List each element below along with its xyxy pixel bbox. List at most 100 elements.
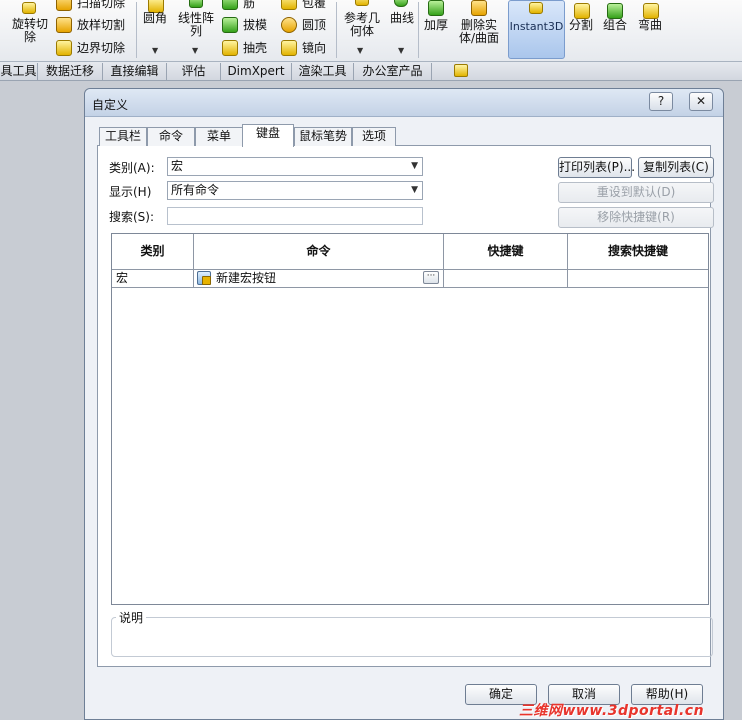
thicken-icon[interactable] — [428, 0, 444, 16]
print-list-button[interactable]: 打印列表(P)... — [558, 157, 635, 178]
column-header-search-shortcut[interactable]: 搜索快捷键 — [568, 234, 708, 270]
command-manager-tabs: 具工具 数据迁移 直接编辑 评估 DimXpert 渲染工具 办公室产品 — [0, 62, 742, 81]
split-button[interactable]: 分割 — [569, 19, 593, 32]
tab-toolbars[interactable]: 工具栏 — [99, 127, 147, 146]
reference-geometry-line2: 何体 — [349, 24, 374, 38]
ribbon-separator — [136, 2, 137, 58]
tab-menus[interactable]: 菜单 — [195, 127, 243, 146]
curves-dropdown-icon[interactable]: ▼ — [398, 46, 404, 55]
dome-icon[interactable] — [281, 17, 297, 33]
thicken-button[interactable]: 加厚 — [424, 19, 448, 32]
tab-render-tools[interactable]: 渲染工具 — [292, 63, 354, 80]
row-category-cell: 宏 — [112, 270, 194, 287]
row-command-text: 新建宏按钮 — [216, 271, 277, 285]
column-header-shortcut[interactable]: 快捷键 — [444, 234, 568, 270]
tab-tools[interactable]: 具工具 — [0, 63, 38, 80]
description-label: 说明 — [116, 609, 147, 626]
mirror-icon[interactable] — [281, 40, 297, 56]
split-icon[interactable] — [574, 3, 590, 19]
tab-dimxpert[interactable]: DimXpert — [221, 63, 292, 80]
mirror-button[interactable]: 镜向 — [302, 42, 326, 55]
dome-button[interactable]: 圆顶 — [302, 19, 326, 32]
reset-to-defaults-button[interactable]: 重设到默认(D) — [558, 182, 714, 203]
revolve-cut-label[interactable]: 旋转切 除 — [10, 18, 50, 44]
fillet-dropdown-icon[interactable]: ▼ — [152, 46, 158, 55]
linear-pattern-line2: 列 — [189, 24, 202, 38]
column-header-category[interactable]: 类别 — [112, 234, 194, 270]
tab-mouse-gestures[interactable]: 鼠标笔势 — [294, 127, 352, 146]
combine-button[interactable]: 组合 — [603, 19, 627, 32]
tab-direct-editing[interactable]: 直接编辑 — [103, 63, 167, 80]
feature-ribbon: 旋转切 除 扫描切除 放样切割 边界切除 圆角 ▼ 线性阵 列 ▼ 筋 拔模 抽… — [0, 0, 742, 62]
show-label: 显示(H) — [109, 185, 152, 199]
curves-icon[interactable] — [394, 0, 408, 7]
table-row[interactable]: 宏 新建宏按钮 ··· — [112, 270, 708, 288]
linear-pattern-dropdown-icon[interactable]: ▼ — [192, 46, 198, 55]
new-tab-icon[interactable] — [454, 64, 468, 77]
tab-keyboard[interactable]: 键盘 — [242, 124, 294, 147]
loft-cut-icon[interactable] — [56, 17, 72, 33]
revolve-cut-line2: 除 — [23, 30, 36, 44]
boundary-cut-button[interactable]: 边界切除 — [77, 42, 125, 55]
sweep-cut-button[interactable]: 扫描切除 — [77, 0, 125, 10]
boundary-cut-icon[interactable] — [56, 40, 72, 56]
show-value: 所有命令 — [171, 183, 220, 197]
customize-dialog: 自定义 ? ✕ 工具栏 命令 菜单 键盘 鼠标笔势 选项 类别(A): 宏 ▼ … — [84, 88, 724, 720]
row-shortcut-cell[interactable] — [444, 270, 568, 287]
delete-body-line2: 体/曲面 — [458, 31, 500, 45]
column-header-command[interactable]: 命令 — [194, 234, 444, 270]
delete-body-icon[interactable] — [471, 0, 487, 16]
linear-pattern-icon[interactable] — [189, 0, 203, 8]
shortcut-table: 类别 命令 快捷键 搜索快捷键 宏 新建宏按钮 ··· — [111, 233, 709, 605]
ribbon-separator — [418, 2, 419, 58]
row-command-cell[interactable]: 新建宏按钮 ··· — [194, 270, 444, 287]
category-value: 宏 — [171, 159, 184, 173]
fillet-button[interactable]: 圆角 — [143, 12, 167, 25]
tab-evaluate[interactable]: 评估 — [167, 63, 221, 80]
shell-icon[interactable] — [222, 40, 238, 56]
dialog-title: 自定义 — [92, 98, 129, 112]
rib-button[interactable]: 筋 — [243, 0, 255, 10]
flex-button[interactable]: 弯曲 — [638, 19, 662, 32]
close-icon[interactable]: ✕ — [689, 92, 713, 111]
reference-geometry-dropdown-icon[interactable]: ▼ — [357, 46, 363, 55]
tab-options[interactable]: 选项 — [352, 127, 396, 146]
draft-icon[interactable] — [222, 17, 238, 33]
wrap-icon[interactable] — [281, 0, 297, 10]
revolve-cut-icon[interactable] — [22, 2, 36, 14]
curves-button[interactable]: 曲线 — [390, 12, 414, 25]
flex-icon[interactable] — [643, 3, 659, 19]
show-select[interactable]: 所有命令 ▼ — [167, 181, 423, 200]
shell-button[interactable]: 抽壳 — [243, 42, 267, 55]
macro-button-icon — [197, 271, 211, 285]
reference-geometry-button[interactable]: 参考几 何体 — [342, 12, 382, 38]
instant3d-label: Instant3D — [509, 20, 564, 33]
ribbon-separator — [336, 2, 337, 58]
row-search-shortcut-cell[interactable] — [568, 270, 708, 287]
ellipsis-button-icon[interactable]: ··· — [423, 271, 439, 284]
tab-commands[interactable]: 命令 — [147, 127, 195, 146]
search-label: 搜索(S): — [109, 210, 155, 224]
sweep-cut-icon[interactable] — [56, 0, 72, 11]
instant3d-button[interactable]: Instant3D — [508, 0, 565, 59]
copy-list-button[interactable]: 复制列表(C) — [638, 157, 714, 178]
category-select[interactable]: 宏 ▼ — [167, 157, 423, 176]
reference-geometry-icon[interactable] — [355, 0, 369, 6]
dialog-titlebar[interactable]: 自定义 ? ✕ — [85, 89, 723, 117]
draft-button[interactable]: 拔模 — [243, 19, 267, 32]
combine-icon[interactable] — [607, 3, 623, 19]
tab-data-migration[interactable]: 数据迁移 — [38, 63, 103, 80]
remove-shortcut-button[interactable]: 移除快捷键(R) — [558, 207, 714, 228]
category-label: 类别(A): — [109, 161, 155, 175]
chevron-down-icon: ▼ — [411, 185, 418, 195]
chevron-down-icon: ▼ — [411, 161, 418, 171]
help-icon[interactable]: ? — [649, 92, 673, 111]
rib-icon[interactable] — [222, 0, 238, 10]
loft-cut-button[interactable]: 放样切割 — [77, 19, 125, 32]
wrap-button[interactable]: 包覆 — [302, 0, 326, 10]
table-header: 类别 命令 快捷键 搜索快捷键 — [112, 234, 708, 270]
linear-pattern-button[interactable]: 线性阵 列 — [176, 12, 216, 38]
tab-office-products[interactable]: 办公室产品 — [354, 63, 432, 80]
search-input[interactable] — [167, 207, 423, 225]
delete-body-button[interactable]: 删除实 体/曲面 — [455, 19, 503, 45]
